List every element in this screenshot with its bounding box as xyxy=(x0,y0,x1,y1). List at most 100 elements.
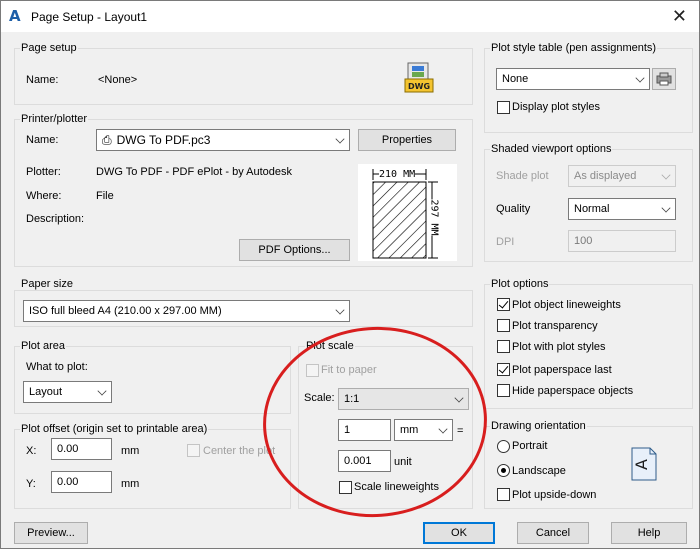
printer-name-label: Name: xyxy=(26,134,59,146)
chevron-down-icon xyxy=(454,393,464,403)
plotter-value: DWG To PDF - PDF ePlot - by Autodesk xyxy=(96,166,293,178)
plot-upside-down-label: Plot upside-down xyxy=(512,489,597,501)
chevron-down-icon xyxy=(97,386,107,396)
title-bar: A Page Setup - Layout1 ✕ xyxy=(1,1,699,32)
shade-plot-label: Shade plot xyxy=(496,170,549,182)
page-setup-dialog: A Page Setup - Layout1 ✕ Page setup Name… xyxy=(0,0,700,549)
plot-with-plot-styles-checkbox[interactable] xyxy=(497,340,510,353)
preview-width-label: 210 MM xyxy=(379,169,416,180)
autocad-app-icon: A xyxy=(9,7,21,25)
offset-x-unit: mm xyxy=(121,445,140,457)
plot-area-group-label: Plot area xyxy=(20,340,67,352)
scale-select[interactable]: 1:1 xyxy=(338,388,469,410)
cancel-button[interactable]: Cancel xyxy=(517,522,589,544)
printer-name-value: DWG To PDF.pc3 xyxy=(116,133,211,147)
scale-lineweights-label: Scale lineweights xyxy=(354,481,439,493)
orientation-letter: A xyxy=(631,459,651,470)
dpi-input[interactable]: 100 xyxy=(568,230,676,252)
equals-sign: = xyxy=(457,425,464,437)
display-plot-styles-checkbox[interactable] xyxy=(497,101,510,114)
display-plot-styles-label: Display plot styles xyxy=(512,101,601,113)
what-to-plot-select[interactable]: Layout xyxy=(23,381,112,403)
plot-object-lineweights-checkbox[interactable] xyxy=(497,298,510,311)
center-plot-label: Center the plot xyxy=(203,445,276,457)
chevron-down-icon xyxy=(438,424,448,434)
paper-preview: 210 MM 297 MM xyxy=(358,164,457,261)
plot-style-group xyxy=(484,48,693,133)
shade-plot-select[interactable]: As displayed xyxy=(568,165,676,187)
plotter-label: Plotter: xyxy=(26,166,61,178)
quality-label: Quality xyxy=(496,203,531,215)
scale-unit-select[interactable]: mm xyxy=(394,419,453,441)
shaded-viewport-group-label: Shaded viewport options xyxy=(490,143,613,155)
center-plot-checkbox[interactable] xyxy=(187,444,200,457)
plot-style-group-label: Plot style table (pen assignments) xyxy=(490,42,658,54)
scale-unit-label: unit xyxy=(394,456,412,468)
fit-to-paper-checkbox[interactable] xyxy=(306,364,319,377)
fit-to-paper-label: Fit to paper xyxy=(321,364,377,376)
chevron-down-icon xyxy=(661,203,671,213)
paper-size-value: ISO full bleed A4 (210.00 x 297.00 MM) xyxy=(29,305,222,317)
offset-y-label: Y: xyxy=(26,478,36,490)
chevron-down-icon xyxy=(335,305,345,315)
properties-button[interactable]: Properties xyxy=(358,129,456,151)
offset-y-input[interactable]: 0.00 xyxy=(51,471,112,493)
plot-scale-group-label: Plot scale xyxy=(305,340,355,352)
paper-size-group-label: Paper size xyxy=(20,278,74,290)
plotter-edit-icon xyxy=(656,72,672,86)
landscape-radio[interactable] xyxy=(497,464,510,477)
preview-button[interactable]: Preview... xyxy=(14,522,88,544)
offset-x-label: X: xyxy=(26,445,37,457)
orientation-preview-icon: A xyxy=(631,447,657,481)
scale-label: Scale: xyxy=(304,392,335,404)
plot-style-value: None xyxy=(502,73,529,85)
plot-transparency-checkbox[interactable] xyxy=(497,319,510,332)
chevron-down-icon xyxy=(335,134,345,144)
where-label: Where: xyxy=(26,190,62,202)
preview-height-label: 297 MM xyxy=(428,199,440,236)
plot-paperspace-last-label: Plot paperspace last xyxy=(512,364,612,376)
dpi-label: DPI xyxy=(496,236,515,248)
portrait-radio[interactable] xyxy=(497,440,510,453)
quality-select[interactable]: Normal xyxy=(568,198,676,220)
landscape-label: Landscape xyxy=(512,465,566,477)
scale-value: 1:1 xyxy=(344,393,360,405)
quality-value: Normal xyxy=(574,203,610,215)
page-setup-group-label: Page setup xyxy=(20,42,78,54)
plot-paperspace-last-checkbox[interactable] xyxy=(497,363,510,376)
offset-x-input[interactable]: 0.00 xyxy=(51,438,112,460)
plot-upside-down-checkbox[interactable] xyxy=(497,488,510,501)
scale-unit-input[interactable]: 0.001 xyxy=(338,450,391,472)
close-icon[interactable]: ✕ xyxy=(672,6,687,27)
portrait-label: Portrait xyxy=(512,440,548,452)
printer-icon: ⎙ xyxy=(102,132,112,147)
paper-size-select[interactable]: ISO full bleed A4 (210.00 x 297.00 MM) xyxy=(23,300,350,322)
help-button[interactable]: Help xyxy=(611,522,687,544)
shade-plot-value: As displayed xyxy=(574,170,637,182)
drawing-orientation-group-label: Drawing orientation xyxy=(490,420,587,432)
printer-plotter-group-label: Printer/plotter xyxy=(20,113,89,125)
chevron-down-icon xyxy=(661,170,671,180)
page-setup-name-value: <None> xyxy=(98,74,138,86)
pdf-options-button[interactable]: PDF Options... xyxy=(239,239,350,261)
scale-unit-value: mm xyxy=(400,424,419,436)
what-to-plot-label: What to plot: xyxy=(26,361,88,373)
scale-mm-input[interactable]: 1 xyxy=(338,419,391,441)
dwg-file-icon: DWG xyxy=(404,61,434,93)
hide-paperspace-objects-label: Hide paperspace objects xyxy=(512,385,634,397)
dwg-badge-text: DWG xyxy=(408,82,430,91)
what-to-plot-value: Layout xyxy=(29,386,63,398)
edit-plot-style-button[interactable] xyxy=(652,68,676,90)
plot-object-lineweights-label: Plot object lineweights xyxy=(512,299,621,311)
hide-paperspace-objects-checkbox[interactable] xyxy=(497,384,510,397)
where-value: File xyxy=(96,190,114,202)
plot-style-select[interactable]: None xyxy=(496,68,650,90)
window-title: Page Setup - Layout1 xyxy=(31,10,148,24)
plot-offset-group-label: Plot offset (origin set to printable are… xyxy=(20,423,209,435)
plot-options-group-label: Plot options xyxy=(490,278,550,290)
chevron-down-icon xyxy=(635,73,645,83)
ok-button[interactable]: OK xyxy=(423,522,495,544)
printer-name-select[interactable]: ⎙ DWG To PDF.pc3 xyxy=(96,129,350,151)
scale-lineweights-checkbox[interactable] xyxy=(339,481,352,494)
plot-with-plot-styles-label: Plot with plot styles xyxy=(512,341,606,353)
